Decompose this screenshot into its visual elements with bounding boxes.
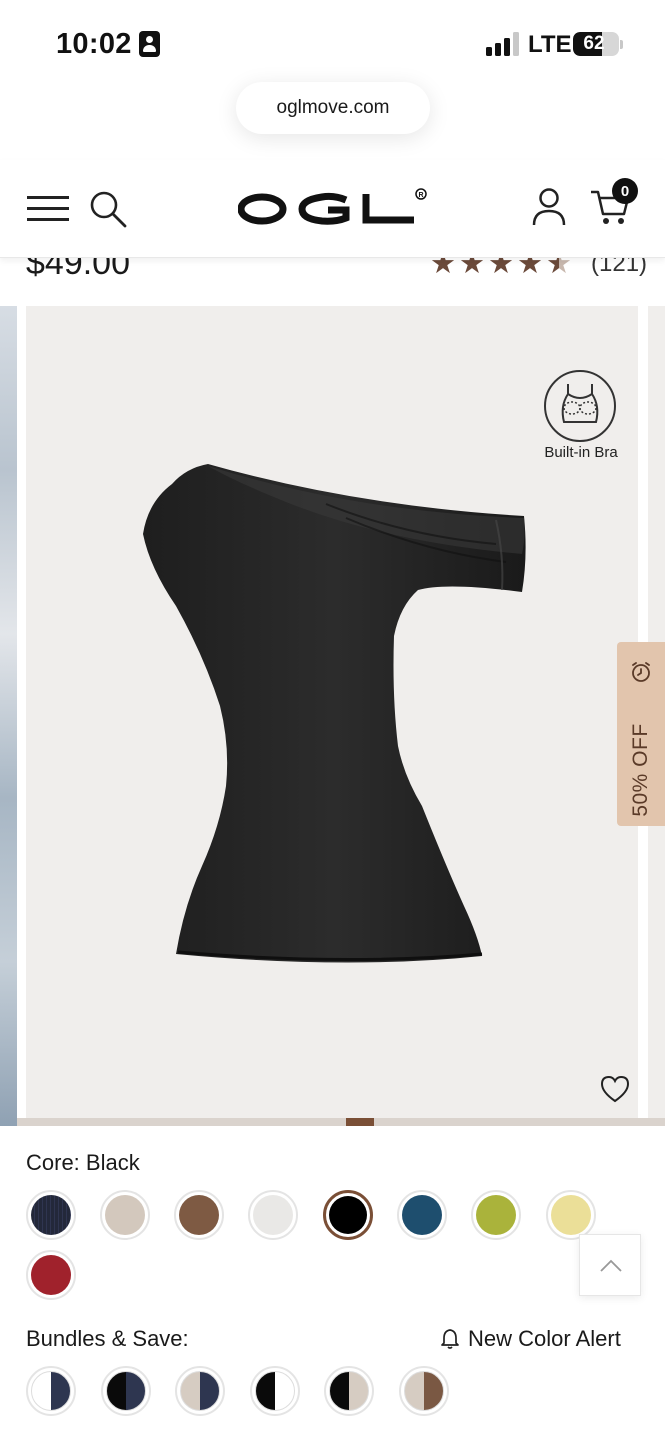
site-header: R (0, 160, 665, 258)
swatch-color-fill (329, 1196, 367, 1234)
discount-tab[interactable]: 50% OFF (617, 642, 665, 826)
bundle-swatch-fill (254, 1371, 295, 1411)
bundle-swatch-fill (180, 1371, 220, 1411)
bundle-swatch-fill (329, 1371, 369, 1411)
wishlist-heart-icon[interactable] (599, 1074, 631, 1104)
ogl-logo[interactable]: R (238, 183, 430, 231)
cart-count-badge: 0 (612, 178, 638, 204)
swatch-color-fill (476, 1195, 516, 1235)
new-color-alert-button[interactable]: New Color Alert (440, 1326, 621, 1352)
swatch-color-fill (105, 1195, 145, 1235)
color-swatch-white[interactable] (248, 1190, 298, 1240)
color-swatch-navy[interactable] (26, 1190, 76, 1240)
battery-tip (620, 40, 623, 49)
network-type: LTE (528, 31, 572, 58)
bundle-swatch[interactable] (324, 1366, 374, 1416)
color-swatch-butter[interactable] (546, 1190, 596, 1240)
battery-level: 62 (583, 33, 605, 54)
bra-icon (544, 370, 616, 442)
search-icon[interactable] (89, 190, 127, 228)
bundle-swatch[interactable] (175, 1366, 225, 1416)
built-in-bra-badge: Built-in Bra (536, 368, 626, 468)
bundle-swatch[interactable] (100, 1366, 151, 1416)
account-icon[interactable] (531, 187, 567, 227)
product-image[interactable]: Built-in Bra (26, 306, 638, 1126)
product-gallery[interactable]: Built-in Bra (0, 306, 665, 1126)
new-color-alert-label: New Color Alert (468, 1326, 621, 1351)
gallery-progress-thumb[interactable] (346, 1118, 374, 1126)
svg-text:R: R (418, 192, 423, 199)
url-text: oglmove.com (276, 97, 390, 118)
color-swatch-red[interactable] (26, 1250, 76, 1300)
contact-card-icon (139, 31, 160, 57)
color-selection-label: Core: Black (26, 1150, 140, 1176)
cellular-signal-icon (486, 32, 520, 56)
bundle-swatch-fill (105, 1371, 146, 1411)
color-swatch-beige[interactable] (100, 1190, 150, 1240)
bundle-swatch[interactable] (26, 1366, 76, 1416)
alarm-clock-icon (632, 662, 650, 682)
swatch-color-fill (402, 1195, 442, 1235)
color-swatch-black[interactable] (323, 1190, 373, 1240)
clock: 10:02 (56, 28, 132, 60)
swatch-color-fill (31, 1255, 71, 1295)
swatch-color-fill (253, 1195, 293, 1235)
previous-slide-image[interactable] (0, 306, 17, 1126)
bundle-swatch-fill (31, 1371, 71, 1411)
bell-icon (441, 1329, 459, 1349)
color-swatch-olive[interactable] (471, 1190, 521, 1240)
bundles-label: Bundles & Save: (26, 1326, 189, 1351)
bundle-swatch-fill (403, 1371, 444, 1411)
bundle-swatch[interactable] (249, 1366, 300, 1416)
color-swatch-brown[interactable] (174, 1190, 224, 1240)
gallery-progress-track (17, 1118, 665, 1126)
chevron-up-icon (600, 1259, 622, 1272)
bundle-swatch[interactable] (398, 1366, 449, 1416)
built-in-bra-label: Built-in Bra (544, 444, 618, 461)
scroll-to-top-button[interactable] (579, 1234, 641, 1296)
swatch-color-fill (179, 1195, 219, 1235)
battery-icon: 62 (573, 32, 619, 56)
selected-color-name: Black (85, 1150, 140, 1175)
address-bar[interactable]: oglmove.com (236, 82, 430, 134)
color-swatch-teal-blue[interactable] (397, 1190, 447, 1240)
swatch-color-fill (31, 1195, 71, 1235)
status-bar: 10:02 LTE 62 (0, 0, 665, 80)
swatch-color-fill (551, 1195, 591, 1235)
discount-label: 50% OFF (629, 723, 652, 817)
color-label-prefix: Core: (26, 1150, 80, 1175)
menu-icon[interactable] (27, 193, 69, 223)
